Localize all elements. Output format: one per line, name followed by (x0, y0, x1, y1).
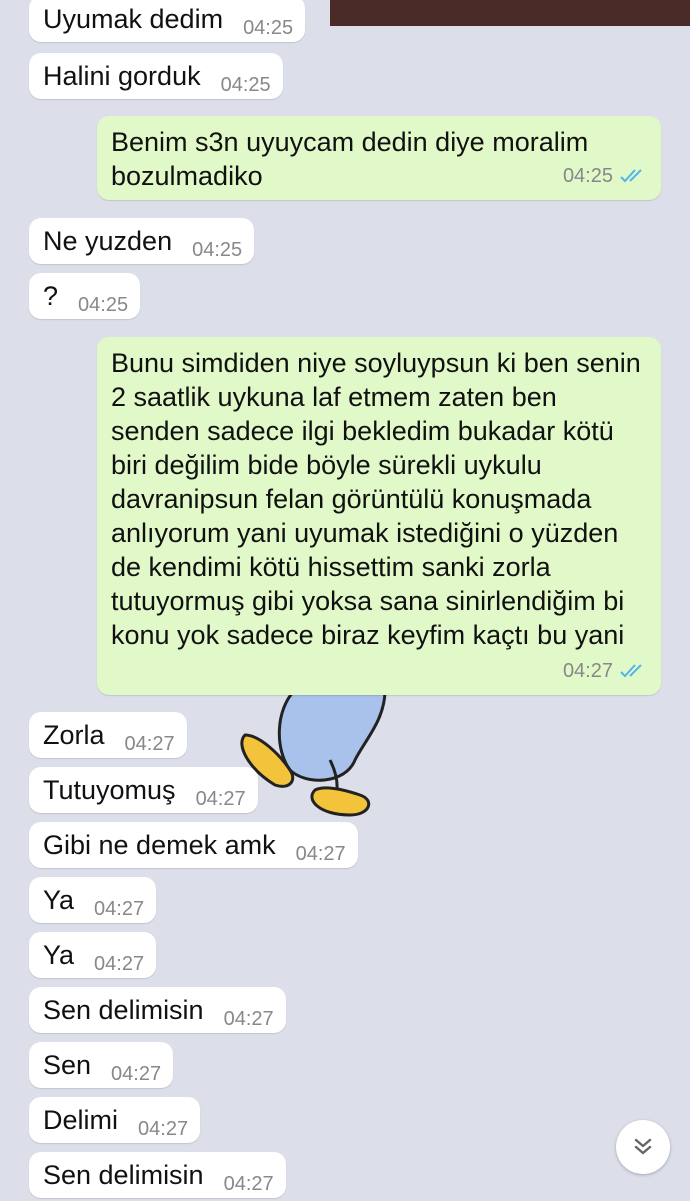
message-outgoing[interactable]: Bunu simdiden niye soyluypsun ki ben sen… (97, 337, 661, 695)
message-time: 04:27 (295, 843, 346, 865)
cartoon-legs-sticker (240, 690, 387, 817)
message-time: 04:27 (94, 953, 145, 975)
message-text: Ne yuzden (43, 226, 173, 256)
message-incoming[interactable]: Halini gorduk 04:25 (29, 53, 283, 99)
message-text: ? (43, 281, 59, 311)
message-incoming[interactable]: Sen delimisin 04:27 (29, 1152, 286, 1198)
message-time: 04:25 (220, 74, 271, 96)
message-incoming[interactable]: Delimi 04:27 (29, 1097, 201, 1143)
message-text: Sen delimisin (43, 995, 204, 1025)
message-incoming[interactable]: Sen 04:27 (29, 1042, 174, 1088)
message-meta: 04:27 (563, 654, 647, 688)
message-text: Gibi ne demek amk (43, 830, 276, 860)
message-time: 04:27 (124, 733, 175, 755)
message-incoming[interactable]: Gibi ne demek amk 04:27 (29, 822, 358, 868)
message-incoming[interactable]: Ne yuzden 04:25 (29, 218, 255, 264)
message-incoming[interactable]: Zorla 04:27 (29, 712, 187, 758)
message-time: 04:27 (111, 1063, 162, 1085)
header-strip (330, 0, 690, 26)
message-time: 04:27 (223, 1008, 274, 1030)
message-incoming[interactable]: Ya 04:27 (29, 877, 157, 923)
message-text: Tutuyomuş (43, 775, 176, 805)
message-text: Sen (43, 1050, 92, 1080)
message-time: 04:25 (562, 165, 613, 187)
message-incoming[interactable]: ? 04:25 (29, 273, 141, 319)
message-incoming[interactable]: Tutuyomuş 04:27 (29, 767, 258, 813)
message-text: Bunu simdiden niye soyluypsun ki ben sen… (111, 348, 641, 650)
message-text: Delimi (43, 1105, 119, 1135)
message-time: 04:25 (192, 239, 243, 261)
message-meta: 04:25 (563, 159, 647, 193)
message-text: Uyumak dedim (43, 4, 224, 34)
message-incoming[interactable]: Uyumak dedim 04:25 (29, 0, 306, 42)
message-text: Ya (43, 885, 75, 915)
message-text: Zorla (43, 720, 105, 750)
message-time: 04:27 (138, 1118, 189, 1140)
message-time: 04:27 (562, 660, 613, 682)
double-check-icon (620, 169, 642, 183)
scroll-down-button[interactable] (616, 1120, 670, 1174)
message-time: 04:25 (78, 294, 129, 316)
message-time: 04:25 (243, 17, 294, 39)
message-text: Ya (43, 940, 75, 970)
message-text: Halini gorduk (43, 61, 201, 91)
message-incoming[interactable]: Sen delimisin 04:27 (29, 987, 286, 1033)
message-text: Sen delimisin (43, 1160, 204, 1190)
double-check-icon (620, 664, 642, 678)
double-chevron-down-icon (634, 1138, 652, 1155)
message-time: 04:27 (195, 788, 246, 810)
message-time: 04:27 (94, 898, 145, 920)
message-text: Benim s3n uyuycam dedin diye moralim boz… (111, 127, 589, 191)
message-incoming[interactable]: Ya 04:27 (29, 932, 157, 978)
message-outgoing[interactable]: Benim s3n uyuycam dedin diye moralim boz… (97, 116, 661, 200)
